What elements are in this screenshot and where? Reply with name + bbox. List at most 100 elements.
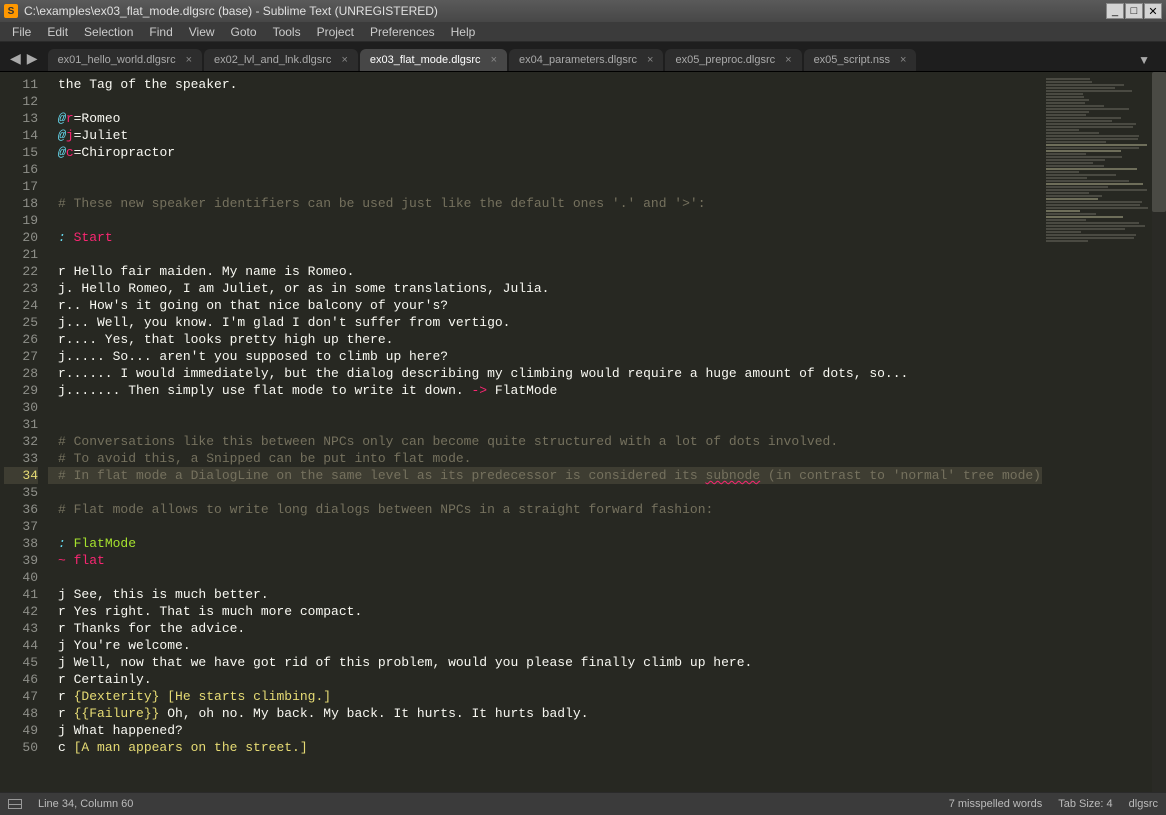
line-number[interactable]: 23 (4, 280, 38, 297)
code-line[interactable]: # These new speaker identifiers can be u… (48, 195, 1042, 212)
menu-preferences[interactable]: Preferences (362, 23, 443, 41)
line-number[interactable]: 43 (4, 620, 38, 637)
line-number[interactable]: 35 (4, 484, 38, 501)
code-line[interactable]: c [A man appears on the street.] (48, 739, 1042, 756)
line-number[interactable]: 13 (4, 110, 38, 127)
menu-selection[interactable]: Selection (76, 23, 141, 41)
status-spellcheck[interactable]: 7 misspelled words (949, 798, 1043, 810)
menu-goto[interactable]: Goto (223, 23, 265, 41)
menu-tools[interactable]: Tools (265, 23, 309, 41)
code-line[interactable] (48, 93, 1042, 110)
line-number[interactable]: 34 (4, 467, 38, 484)
line-number[interactable]: 28 (4, 365, 38, 382)
tab-back-icon[interactable]: ◀ (10, 50, 21, 67)
line-number[interactable]: 50 (4, 739, 38, 756)
line-number[interactable]: 48 (4, 705, 38, 722)
tab-close-icon[interactable]: × (647, 54, 653, 66)
code-line[interactable]: j..... So... aren't you supposed to clim… (48, 348, 1042, 365)
code-line[interactable]: r.. How's it going on that nice balcony … (48, 297, 1042, 314)
code-line[interactable]: # Conversations like this between NPCs o… (48, 433, 1042, 450)
code-line[interactable]: r Certainly. (48, 671, 1042, 688)
code-line[interactable]: @c=Chiropractor (48, 144, 1042, 161)
line-number[interactable]: 21 (4, 246, 38, 263)
code-line[interactable]: the Tag of the speaker. (48, 76, 1042, 93)
line-number[interactable]: 14 (4, 127, 38, 144)
line-number[interactable]: 42 (4, 603, 38, 620)
status-tab-size[interactable]: Tab Size: 4 (1058, 798, 1112, 810)
tab-close-icon[interactable]: × (491, 54, 497, 66)
code-line[interactable]: j What happened? (48, 722, 1042, 739)
tab-close-icon[interactable]: × (341, 54, 347, 66)
tab-ex02_lvl_and_lnk-dlgsrc[interactable]: ex02_lvl_and_lnk.dlgsrc× (204, 49, 358, 71)
code-line[interactable]: # Flat mode allows to write long dialogs… (48, 501, 1042, 518)
line-number[interactable]: 24 (4, 297, 38, 314)
line-number[interactable]: 47 (4, 688, 38, 705)
status-position[interactable]: Line 34, Column 60 (38, 798, 133, 810)
code-line[interactable]: # To avoid this, a Snipped can be put in… (48, 450, 1042, 467)
code-line[interactable] (48, 484, 1042, 501)
line-number[interactable]: 40 (4, 569, 38, 586)
line-number[interactable]: 22 (4, 263, 38, 280)
line-number[interactable]: 38 (4, 535, 38, 552)
close-button[interactable]: ✕ (1144, 3, 1162, 19)
code-line[interactable]: j See, this is much better. (48, 586, 1042, 603)
code-line[interactable] (48, 518, 1042, 535)
tab-ex01_hello_world-dlgsrc[interactable]: ex01_hello_world.dlgsrc× (48, 49, 202, 71)
line-number[interactable]: 39 (4, 552, 38, 569)
line-number[interactable]: 27 (4, 348, 38, 365)
line-number[interactable]: 29 (4, 382, 38, 399)
code-line[interactable] (48, 161, 1042, 178)
line-number[interactable]: 25 (4, 314, 38, 331)
code-line[interactable]: r Yes right. That is much more compact. (48, 603, 1042, 620)
line-number[interactable]: 17 (4, 178, 38, 195)
code-line[interactable]: r {{Failure}} Oh, oh no. My back. My bac… (48, 705, 1042, 722)
code-line[interactable]: j You're welcome. (48, 637, 1042, 654)
code-line[interactable]: j....... Then simply use flat mode to wr… (48, 382, 1042, 399)
minimap[interactable] (1042, 72, 1152, 792)
code-line[interactable]: j Well, now that we have got rid of this… (48, 654, 1042, 671)
tab-ex03_flat_mode-dlgsrc[interactable]: ex03_flat_mode.dlgsrc× (360, 49, 507, 71)
line-number[interactable]: 49 (4, 722, 38, 739)
menu-help[interactable]: Help (443, 23, 484, 41)
code-line[interactable]: : Start (48, 229, 1042, 246)
line-number[interactable]: 16 (4, 161, 38, 178)
line-number[interactable]: 36 (4, 501, 38, 518)
scroll-thumb[interactable] (1152, 72, 1166, 212)
tab-close-icon[interactable]: × (186, 54, 192, 66)
code-line[interactable]: j. Hello Romeo, I am Juliet, or as in so… (48, 280, 1042, 297)
tab-ex05_script-nss[interactable]: ex05_script.nss× (804, 49, 917, 71)
tab-dropdown-icon[interactable]: ▼ (1128, 53, 1160, 71)
code-line[interactable] (48, 246, 1042, 263)
code-line[interactable]: : FlatMode (48, 535, 1042, 552)
tab-ex04_parameters-dlgsrc[interactable]: ex04_parameters.dlgsrc× (509, 49, 663, 71)
tab-forward-icon[interactable]: ▶ (27, 50, 38, 67)
vertical-scrollbar[interactable] (1152, 72, 1166, 792)
code-line[interactable]: r Hello fair maiden. My name is Romeo. (48, 263, 1042, 280)
code-line[interactable] (48, 399, 1042, 416)
line-number[interactable]: 44 (4, 637, 38, 654)
menu-view[interactable]: View (181, 23, 223, 41)
minimize-button[interactable]: _ (1106, 3, 1124, 19)
code-line[interactable]: r Thanks for the advice. (48, 620, 1042, 637)
code-line[interactable]: @j=Juliet (48, 127, 1042, 144)
menu-find[interactable]: Find (141, 23, 180, 41)
line-number[interactable]: 11 (4, 76, 38, 93)
code-line[interactable] (48, 569, 1042, 586)
panel-toggle-icon[interactable] (8, 799, 22, 809)
code-line[interactable]: r {Dexterity} [He starts climbing.] (48, 688, 1042, 705)
menu-project[interactable]: Project (309, 23, 362, 41)
code-line[interactable]: j... Well, you know. I'm glad I don't su… (48, 314, 1042, 331)
maximize-button[interactable]: □ (1125, 3, 1143, 19)
status-syntax[interactable]: dlgsrc (1129, 798, 1158, 810)
menu-edit[interactable]: Edit (39, 23, 76, 41)
code-line[interactable]: @r=Romeo (48, 110, 1042, 127)
code-line[interactable]: r...... I would immediately, but the dia… (48, 365, 1042, 382)
code-line[interactable] (48, 212, 1042, 229)
line-number[interactable]: 46 (4, 671, 38, 688)
line-number[interactable]: 32 (4, 433, 38, 450)
line-number[interactable]: 41 (4, 586, 38, 603)
line-number[interactable]: 19 (4, 212, 38, 229)
line-number[interactable]: 20 (4, 229, 38, 246)
code-line[interactable] (48, 416, 1042, 433)
tab-ex05_preproc-dlgsrc[interactable]: ex05_preproc.dlgsrc× (665, 49, 801, 71)
